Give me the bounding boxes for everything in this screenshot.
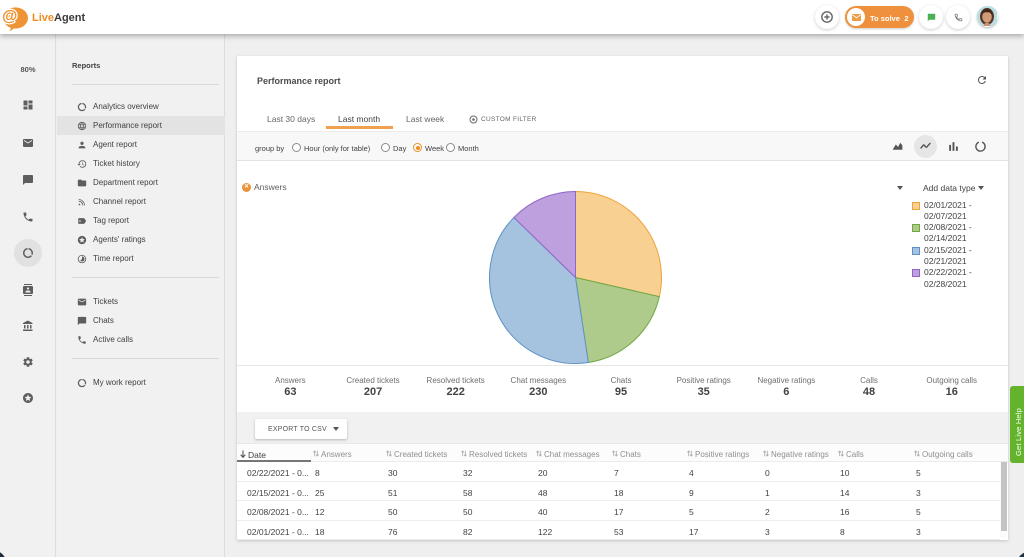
svg-text:@: @: [2, 8, 17, 25]
